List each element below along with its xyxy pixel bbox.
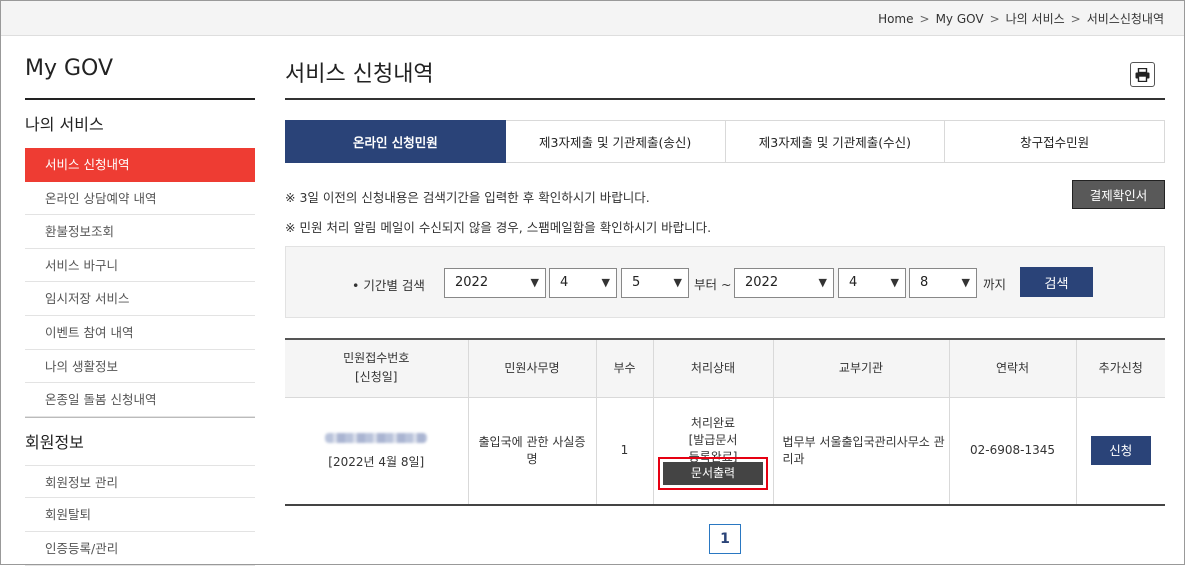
print-document-button[interactable]: 문서출력 [663,462,763,486]
to-year-select[interactable]: 2022 ▼ [734,268,834,298]
to-day-value: 8 [920,275,929,290]
table-row: [2022년 4월 8일] 출입국에 관한 사실증명 1 처리완료 [발급문서 … [285,397,1165,506]
status-line1: 처리완료 [690,416,736,431]
receipt-number-blurred [285,431,468,448]
cell-contact: 02-6908-1345 [948,397,1076,506]
apply-button[interactable]: 신청 [1090,436,1151,466]
header-agency: 교부기관 [772,338,949,398]
chevron-right-icon: > [989,11,1000,26]
cell-agency: 법무부 서울출입국관리사무소 관리과 [772,397,949,506]
header-receipt-no-line1: 민원접수번호 [343,351,410,366]
sidebar-item-service-requests[interactable]: 서비스 신청내역 [25,148,255,182]
from-day-value: 5 [632,275,641,290]
breadcrumb-mygov[interactable]: My GOV [936,12,984,26]
sidebar: My GOV 나의 서비스 서비스 신청내역 온라인 상담예약 내역 환불정보조… [25,56,255,566]
top-bar: Home > My GOV > 나의 서비스 > 서비스신청내역 [1,1,1184,36]
chevron-right-icon: > [919,11,930,26]
payment-confirm-button[interactable]: 결제확인서 [1072,180,1165,209]
sidebar-item-refund[interactable]: 환불정보조회 [25,215,255,249]
search-button[interactable]: 검색 [1020,267,1093,297]
page-title: 서비스 신청내역 [285,56,1165,100]
cell-status: 처리완료 [발급문서 등록완료] 문서출력 [652,397,773,506]
printer-icon [1135,67,1150,82]
breadcrumb-my-service[interactable]: 나의 서비스 [1006,10,1065,27]
page-number-current[interactable]: 1 [709,524,741,554]
chevron-down-icon: ▼ [530,276,539,289]
chevron-down-icon: ▼ [601,276,610,289]
print-document-highlight: 문서출력 [658,457,768,491]
notice-search-period: ※ 3일 이전의 신청내용은 검색기간을 입력한 후 확인하시기 바랍니다. [285,190,650,205]
cell-service-name[interactable]: 출입국에 관한 사실증명 [467,397,596,506]
tab-third-party-sent[interactable]: 제3자제출 및 기관제출(송신) [505,120,726,163]
tab-third-party-received[interactable]: 제3자제출 및 기관제출(수신) [725,120,946,163]
from-day-select[interactable]: 5 ▼ [621,268,689,298]
sidebar-title: My GOV [25,56,255,100]
header-status: 처리상태 [652,338,773,398]
from-month-value: 4 [560,275,569,290]
from-year-value: 2022 [455,275,489,290]
from-year-select[interactable]: 2022 ▼ [444,268,546,298]
header-additional: 추가신청 [1075,338,1165,398]
request-table: 민원접수번호 [신청일] 민원사무명 부수 처리상태 교부기관 연락처 추가신청… [285,338,1165,506]
sidebar-item-member-manage[interactable]: 회원정보 관리 [25,464,255,499]
tab-online-requests[interactable]: 온라인 신청민원 [285,120,506,163]
to-day-select[interactable]: 8 ▼ [909,268,977,298]
period-search-box: • 기간별 검색 2022 ▼ 4 ▼ 5 ▼ 부터 ~ 2022 ▼ 4 ▼ … [285,246,1165,318]
cell-receipt-no: [2022년 4월 8일] [285,397,468,506]
sidebar-item-cert[interactable]: 인증등록/관리 [25,532,255,566]
header-contact: 연락처 [948,338,1076,398]
header-receipt-no-line2: [신청일] [355,370,398,385]
chevron-down-icon: ▼ [961,276,970,289]
notice-spam-mail: ※ 민원 처리 알림 메일이 수신되지 않을 경우, 스팸메일함을 확인하시기 … [285,220,712,235]
to-word: 까지 [983,277,1007,292]
sidebar-section-my-service: 나의 서비스 [25,115,104,134]
header-copies: 부수 [595,338,653,398]
period-search-label: • 기간별 검색 [352,278,425,293]
print-button[interactable] [1130,62,1155,87]
breadcrumb: Home > My GOV > 나의 서비스 > 서비스신청내역 [878,10,1164,27]
chevron-down-icon: ▼ [818,276,827,289]
sidebar-section-member: 회원정보 [25,416,255,465]
to-year-value: 2022 [745,275,779,290]
sidebar-item-online-consult[interactable]: 온라인 상담예약 내역 [25,182,255,216]
chevron-down-icon: ▼ [890,276,899,289]
sidebar-item-basket[interactable]: 서비스 바구니 [25,249,255,283]
table-header-row: 민원접수번호 [신청일] 민원사무명 부수 처리상태 교부기관 연락처 추가신청 [285,338,1165,398]
breadcrumb-home[interactable]: Home [878,12,913,26]
cell-copies: 1 [595,397,653,506]
chevron-down-icon: ▼ [673,276,682,289]
header-receipt-no: 민원접수번호 [신청일] [285,338,468,398]
cell-apply: 신청 [1075,397,1165,506]
tab-counter-requests[interactable]: 창구접수민원 [945,120,1165,163]
from-word: 부터 ~ [694,277,732,292]
sidebar-item-childcare[interactable]: 온종일 돌봄 신청내역 [25,383,255,417]
chevron-right-icon: > [1070,11,1081,26]
request-date: [2022년 4월 8일] [328,454,425,469]
from-month-select[interactable]: 4 ▼ [549,268,617,298]
status-line2: [발급문서 [688,433,738,448]
to-month-value: 4 [849,275,858,290]
breadcrumb-current: 서비스신청내역 [1086,12,1164,26]
sidebar-item-events[interactable]: 이벤트 참여 내역 [25,316,255,350]
to-month-select[interactable]: 4 ▼ [838,268,906,298]
sidebar-item-temp-save[interactable]: 임시저장 서비스 [25,282,255,316]
tab-bar: 온라인 신청민원 제3자제출 및 기관제출(송신) 제3자제출 및 기관제출(수… [285,120,1165,163]
sidebar-item-withdraw[interactable]: 회원탈퇴 [25,498,255,532]
main-content: 서비스 신청내역 온라인 신청민원 제3자제출 및 기관제출(송신) 제3자제출… [285,56,1165,554]
sidebar-item-life-info[interactable]: 나의 생활정보 [25,350,255,384]
header-service-name: 민원사무명 [467,338,596,398]
